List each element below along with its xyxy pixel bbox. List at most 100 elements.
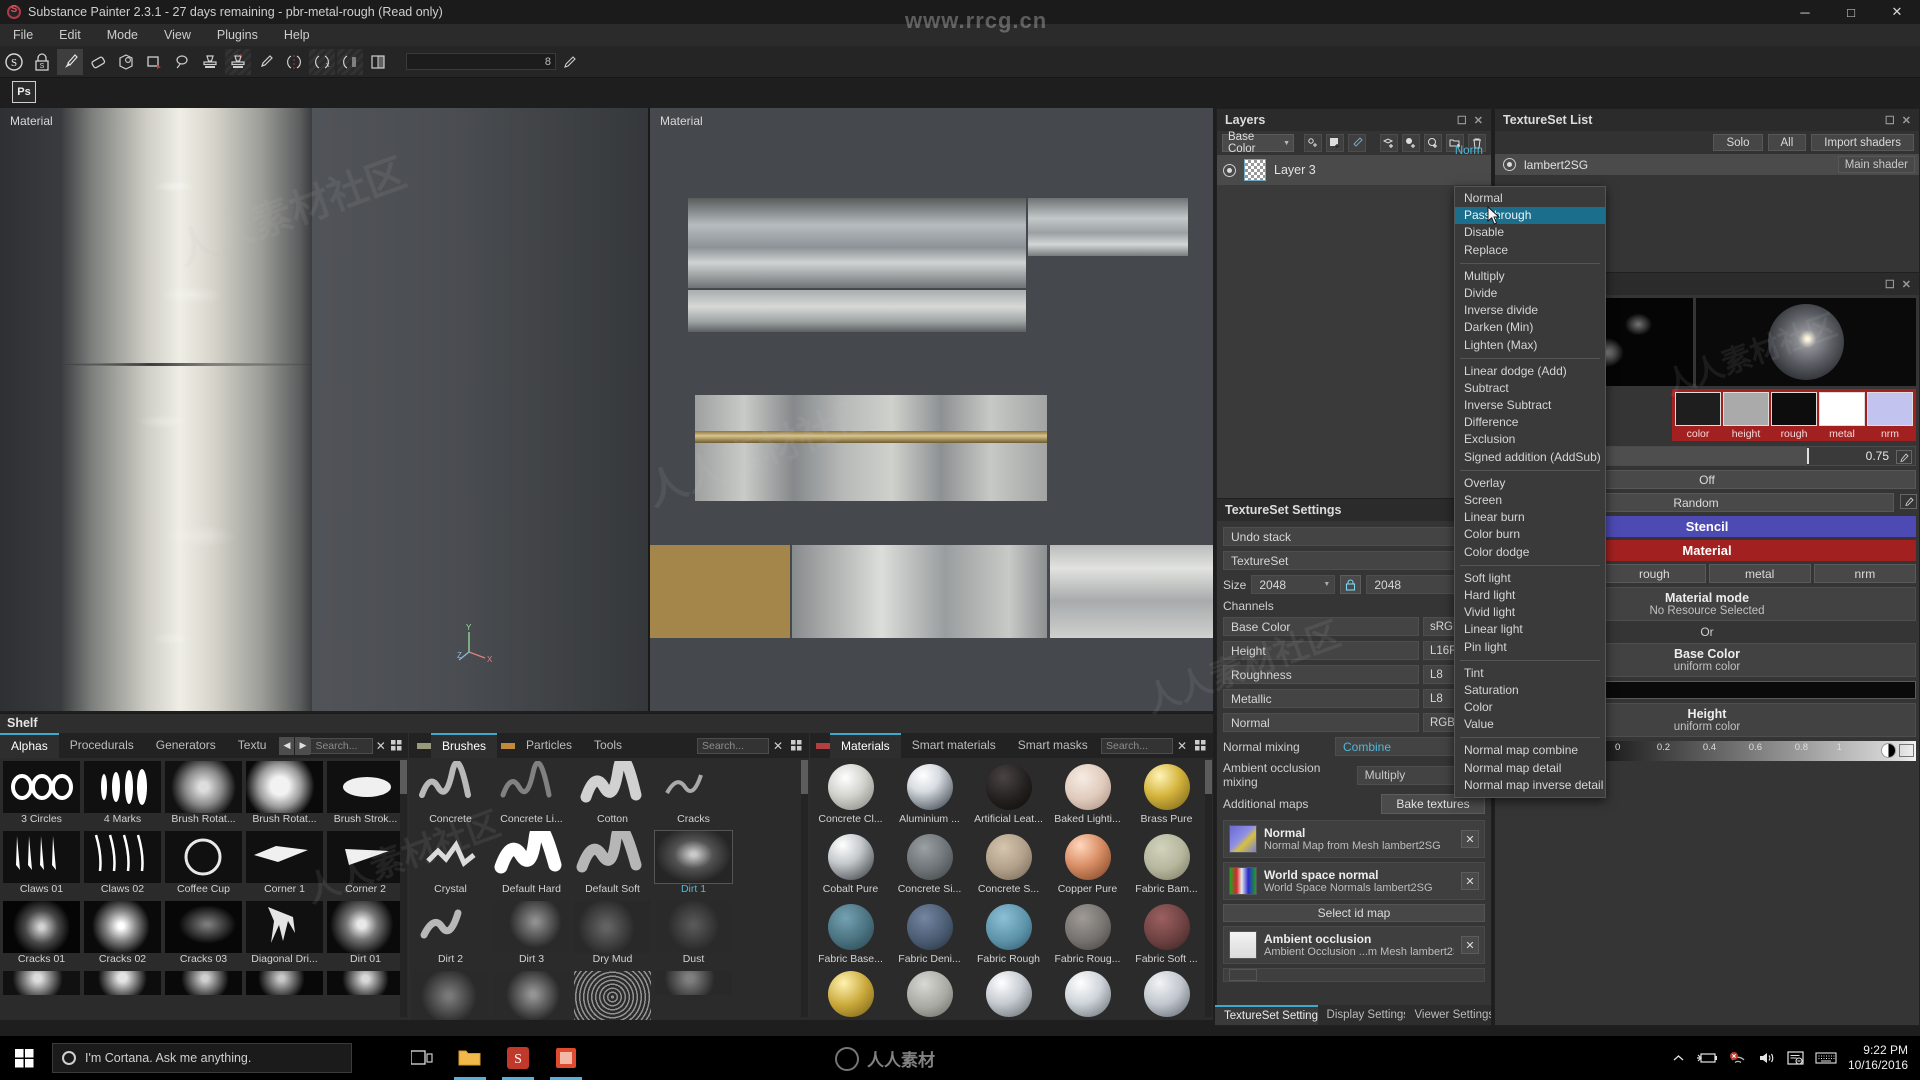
- alpha-item[interactable]: Claws 02: [84, 831, 161, 899]
- material-item[interactable]: Fabric Deni...: [892, 901, 967, 970]
- brush-item[interactable]: Dirt 3: [493, 901, 570, 969]
- add-effect-button[interactable]: [1304, 134, 1322, 152]
- tab-particles[interactable]: Particles: [515, 733, 583, 758]
- action-center-icon[interactable]: [1787, 1050, 1804, 1066]
- brush-item[interactable]: Fibers 1: [493, 971, 570, 1020]
- all-button[interactable]: All: [1767, 134, 1807, 151]
- additional-map-row[interactable]: Ambient occlusion Ambient Occlusion ...m…: [1223, 926, 1485, 964]
- blend-mode-normal-map-detail[interactable]: Normal map detail: [1455, 760, 1605, 777]
- mirror-icon[interactable]: [337, 48, 363, 75]
- channel-selector[interactable]: Base Color ▼: [1222, 131, 1294, 155]
- blend-mode-linear-burn[interactable]: Linear burn: [1455, 509, 1605, 526]
- alpha-item[interactable]: [3, 971, 80, 995]
- blend-mode-pin-light[interactable]: Pin light: [1455, 639, 1605, 656]
- blend-mode-normal-map-inverse-detail[interactable]: Normal map inverse detail: [1455, 777, 1605, 794]
- material-channel-swatch[interactable]: nrm: [1866, 391, 1914, 441]
- tab-smart-materials[interactable]: Smart materials: [901, 733, 1007, 758]
- alphas-search-input[interactable]: Search...: [310, 737, 374, 754]
- layer-thumbnail[interactable]: [1244, 159, 1266, 181]
- remove-map-button[interactable]: ✕: [1461, 830, 1479, 848]
- alpha-item[interactable]: Brush Strok...: [327, 761, 404, 829]
- tab-viewer-settings[interactable]: Viewer Settings: [1405, 1005, 1491, 1025]
- material-item[interactable]: [1129, 971, 1204, 1017]
- blend-mode-multiply[interactable]: Multiply: [1455, 268, 1605, 285]
- blend-mode-screen[interactable]: Screen: [1455, 492, 1605, 509]
- viewport-3d[interactable]: Material Y X Z: [0, 108, 648, 711]
- blend-mode-hard-light[interactable]: Hard light: [1455, 587, 1605, 604]
- ramp-pen-icon[interactable]: [1899, 744, 1914, 757]
- brush-item[interactable]: Default Hard: [493, 831, 570, 899]
- chip-metal[interactable]: metal: [1708, 564, 1811, 583]
- photoshop-link-button[interactable]: Ps: [12, 81, 36, 103]
- alpha-item[interactable]: Corner 2: [327, 831, 404, 899]
- brush-item[interactable]: Concrete: [412, 761, 489, 829]
- blend-mode-color-burn[interactable]: Color burn: [1455, 526, 1605, 543]
- tab-tools[interactable]: Tools: [583, 733, 633, 758]
- materials-view-mode-icon[interactable]: [1191, 738, 1209, 753]
- channel-name[interactable]: Metallic: [1223, 689, 1419, 708]
- cortana-search-box[interactable]: I'm Cortana. Ask me anything.: [52, 1043, 352, 1073]
- material-item[interactable]: Fabric Roug...: [1050, 901, 1125, 970]
- brush-item[interactable]: Dry Mud: [574, 901, 651, 969]
- alpha-item[interactable]: 4 Marks: [84, 761, 161, 829]
- material-item[interactable]: Brass Pure: [1129, 761, 1204, 830]
- picker-tool-icon[interactable]: [253, 49, 279, 75]
- material-item[interactable]: [1050, 971, 1125, 1017]
- volume-icon[interactable]: [1758, 1051, 1776, 1065]
- layer-visibility-icon[interactable]: [1223, 163, 1236, 177]
- additional-map-row[interactable]: World space normal World Space Normals l…: [1223, 862, 1485, 900]
- brush-size-pen-icon[interactable]: [557, 49, 583, 75]
- materials-search-input[interactable]: Search...: [1101, 737, 1173, 754]
- minimize-button[interactable]: ─: [1782, 0, 1828, 24]
- add-paint-mask-button[interactable]: [1348, 134, 1366, 152]
- eraser-tool-icon[interactable]: [85, 49, 111, 75]
- menu-help[interactable]: Help: [271, 24, 323, 46]
- alpha-item[interactable]: Claws 01: [3, 831, 80, 899]
- alpha-item[interactable]: Coffee Cup: [165, 831, 242, 899]
- blend-mode-inverse-subtract[interactable]: Inverse Subtract: [1455, 397, 1605, 414]
- material-channel-swatch[interactable]: color: [1674, 391, 1722, 441]
- remove-map-button[interactable]: ✕: [1461, 872, 1479, 890]
- material-channel-swatch[interactable]: rough: [1770, 391, 1818, 441]
- tab-alphas[interactable]: Alphas: [0, 733, 59, 758]
- keyboard-icon[interactable]: [1815, 1051, 1837, 1065]
- add-layer-button[interactable]: [1380, 134, 1398, 152]
- menu-view[interactable]: View: [151, 24, 204, 46]
- tab-brushes[interactable]: Brushes: [431, 733, 498, 758]
- material-item[interactable]: Cobalt Pure: [813, 831, 888, 900]
- blend-mode-linear-dodge-add[interactable]: Linear dodge (Add): [1455, 363, 1605, 380]
- menu-plugins[interactable]: Plugins: [204, 24, 271, 46]
- close-icon[interactable]: ✕: [1474, 114, 1483, 127]
- remove-map-button[interactable]: ✕: [1461, 936, 1479, 954]
- alphas-view-mode-icon[interactable]: [389, 738, 404, 753]
- maximize-button[interactable]: □: [1828, 0, 1874, 24]
- brush-item[interactable]: Crystal: [412, 831, 489, 899]
- blend-mode-value[interactable]: Value: [1455, 716, 1605, 733]
- projection-tool-icon[interactable]: [113, 49, 139, 75]
- symmetry-icon[interactable]: [281, 49, 307, 75]
- task-view-button[interactable]: [400, 1036, 444, 1080]
- alpha-item[interactable]: Cracks 02: [84, 901, 161, 969]
- taskbar-clock[interactable]: 9:22 PM 10/16/2016: [1848, 1043, 1908, 1073]
- battery-icon[interactable]: [1696, 1051, 1718, 1065]
- fill-tool-icon[interactable]: [141, 49, 167, 75]
- blend-mode-overlay[interactable]: Overlay: [1455, 475, 1605, 492]
- blend-mode-dropdown[interactable]: Normal Passthrough Disable Replace Multiply D…: [1454, 186, 1606, 798]
- bake-icon[interactable]: S: [29, 49, 55, 75]
- materials-clear-icon[interactable]: ✕: [1173, 739, 1191, 753]
- channel-name[interactable]: Roughness: [1223, 665, 1419, 684]
- blend-mode-vivid-light[interactable]: Vivid light: [1455, 604, 1605, 621]
- alpha-item[interactable]: 3 Circles: [3, 761, 80, 829]
- symmetry-x-icon[interactable]: x: [309, 48, 335, 75]
- alpha-item[interactable]: Cracks 01: [3, 901, 80, 969]
- channel-name[interactable]: Base Color: [1223, 617, 1419, 636]
- blend-mode-inverse-divide[interactable]: Inverse divide: [1455, 302, 1605, 319]
- brushes-clear-icon[interactable]: ✕: [769, 739, 787, 753]
- tab-generators[interactable]: Generators: [145, 733, 227, 758]
- alpha-item[interactable]: [84, 971, 161, 995]
- solo-button[interactable]: Solo: [1713, 134, 1763, 151]
- blend-mode-normal[interactable]: Normal: [1455, 190, 1605, 207]
- alpha-item[interactable]: [165, 971, 242, 995]
- tab-textureset-settings[interactable]: TextureSet Settings: [1215, 1005, 1318, 1025]
- random-pen-icon[interactable]: [1900, 494, 1917, 509]
